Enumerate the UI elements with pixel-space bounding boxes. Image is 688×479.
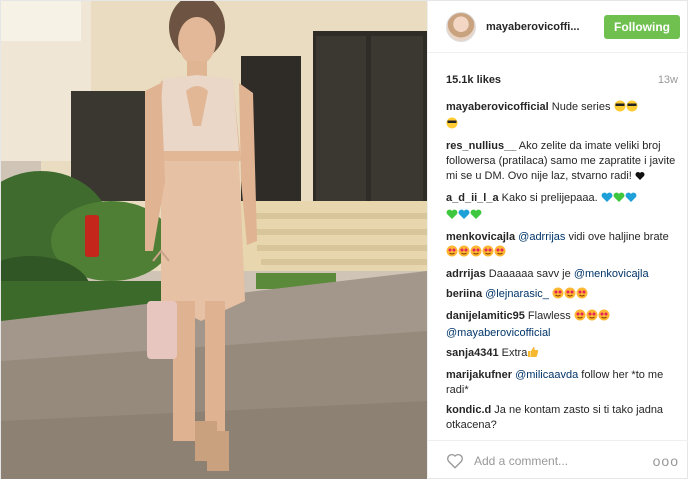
comment-username[interactable]: danijelamitic95: [446, 310, 525, 322]
comment: kondic.d Ja ne kontam zasto si ti tako j…: [446, 403, 679, 433]
comment-username[interactable]: res_nullius__: [446, 140, 516, 152]
heart-eyes-emoji: [482, 245, 494, 262]
green-heart-emoji: [446, 209, 458, 225]
heart-eyes-emoji: [458, 245, 470, 262]
sunglasses-emoji: [626, 100, 638, 117]
post-photo-illustration: [1, 1, 427, 479]
mention-link[interactable]: @menkovicajla: [574, 268, 649, 280]
comment-bar: Add a comment... ooo: [428, 440, 688, 479]
caption: mayaberovicofficial Nude series: [446, 100, 679, 134]
comment: danijelamitic95 Flawless @mayaberovicoff…: [446, 309, 679, 341]
green-heart-emoji: [470, 209, 482, 225]
comment: beriina @lejnarasic_: [446, 287, 679, 304]
post-time[interactable]: 13w: [658, 74, 678, 86]
mention-link[interactable]: @adrrijas: [518, 231, 565, 243]
blue-heart-emoji: [458, 209, 470, 225]
username-link[interactable]: mayaberovicoffi...: [486, 21, 604, 33]
comment: adrrijas Daaaaaa savv je @menkovicajla: [446, 267, 679, 282]
blue-heart-emoji: [601, 192, 613, 208]
heart-eyes-emoji: [576, 287, 588, 304]
post-header: mayaberovicoffi... Following: [428, 1, 688, 53]
more-options-icon[interactable]: ooo: [653, 453, 679, 469]
comment: marijakufner @milicaavda follow her *to …: [446, 368, 679, 398]
comment-username[interactable]: beriina: [446, 288, 482, 300]
post-sidebar: mayaberovicoffi... Following 15.1k likes…: [427, 1, 688, 479]
comment-text: Daaaaaa savv je: [485, 268, 574, 280]
heart-icon[interactable]: [446, 452, 464, 470]
thumbs-up-emoji: [527, 346, 539, 363]
comment-text: Nude series: [548, 101, 611, 113]
likes-row: 15.1k likes 13w: [428, 53, 688, 86]
heart-eyes-emoji: [586, 309, 598, 326]
post-photo[interactable]: [1, 1, 427, 479]
heart-eyes-emoji: [552, 287, 564, 304]
mention-link[interactable]: @lejnarasic_: [485, 288, 549, 300]
black-heart-emoji: [635, 171, 645, 186]
sunglasses-emoji: [614, 100, 626, 117]
comment-username[interactable]: sanja4341: [446, 347, 499, 359]
comment: res_nullius__ Ako zelite da imate veliki…: [446, 139, 679, 186]
comment-text: Kako si prelijepaaa.: [498, 192, 598, 204]
comment-username[interactable]: kondic.d: [446, 404, 491, 416]
comment: menkovicajla @adrrijas vidi ove haljine …: [446, 230, 679, 262]
comment-username[interactable]: a_d_ii_l_a: [446, 192, 499, 204]
blue-heart-emoji: [625, 192, 637, 208]
comment-text: Flawless: [524, 310, 574, 322]
heart-eyes-emoji: [494, 245, 506, 262]
instagram-post: mayaberovicoffi... Following 15.1k likes…: [0, 0, 688, 479]
comment-text: vidi ove haljine brate: [565, 231, 669, 243]
mention-link[interactable]: @milicaavda: [515, 369, 578, 381]
heart-eyes-emoji: [564, 287, 576, 304]
following-button[interactable]: Following: [604, 14, 680, 39]
likes-count[interactable]: 15.1k likes: [446, 74, 501, 86]
comments-list: mayaberovicofficial Nude series res_null…: [428, 86, 688, 433]
comment: sanja4341 Extra: [446, 346, 679, 363]
heart-eyes-emoji: [574, 309, 586, 326]
comment-text: Extra: [498, 347, 528, 359]
sunglasses-emoji: [446, 117, 458, 134]
comment-username[interactable]: mayaberovicofficial: [446, 101, 549, 113]
comment: a_d_ii_l_a Kako si prelijepaaa.: [446, 191, 679, 225]
comment-username[interactable]: adrrijas: [446, 268, 486, 280]
green-heart-emoji: [613, 192, 625, 208]
add-comment-input[interactable]: Add a comment...: [474, 454, 653, 468]
comment-username[interactable]: menkovicajla: [446, 231, 515, 243]
mention-link[interactable]: @mayaberovicofficial: [446, 327, 551, 339]
avatar[interactable]: [446, 11, 476, 42]
heart-eyes-emoji: [446, 245, 458, 262]
comment-username[interactable]: marijakufner: [446, 369, 512, 381]
heart-eyes-emoji: [598, 309, 610, 326]
heart-eyes-emoji: [470, 245, 482, 262]
